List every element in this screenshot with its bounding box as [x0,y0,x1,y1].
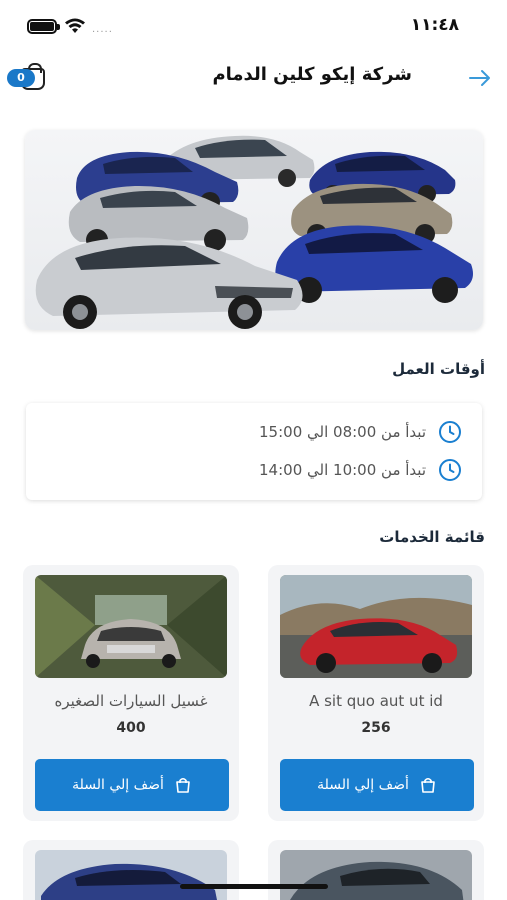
wifi-icon [65,18,85,33]
clock-icon [439,459,461,481]
service-image [35,850,227,900]
car-silver-front [35,237,303,329]
hours-row: تبدأ من 10:00 الي 14:00 [259,457,462,483]
hours-text: تبدأ من 10:00 الي 14:00 [259,461,426,479]
add-to-cart-label: أضف إلي السلة [317,777,409,793]
service-image [35,575,227,678]
service-image [280,850,472,900]
service-name: A sit quo aut ut id [309,692,443,710]
add-to-cart-button[interactable]: أضف إلي السلة [35,759,229,811]
cart-button[interactable]: 0 [7,63,47,92]
add-to-cart-label: أضف إلي السلة [72,777,164,793]
company-banner-image [25,130,483,330]
hours-text: تبدأ من 08:00 الي 15:00 [259,423,426,441]
working-hours-title: أوقات العمل [392,360,485,378]
shopping-bag-icon [176,777,190,793]
cart-count-badge: 0 [7,69,35,87]
clock-icon [439,421,461,443]
shopping-bag-icon [421,777,435,793]
service-card[interactable]: غسيل السيارات الصغيره 400 أضف إلي السلة [23,565,239,821]
service-name: غسيل السيارات الصغيره [54,692,208,710]
signal-indicator: ..... [92,24,113,35]
hours-row: تبدأ من 08:00 الي 15:00 [259,419,462,445]
home-indicator [180,884,328,889]
cars-illustration [35,135,473,329]
app-header: 0 شركة إيكو كلين الدمام [0,58,507,98]
status-bar: ..... ١١:٤٨ [0,0,507,52]
service-card-partial[interactable] [23,840,239,900]
status-time: ١١:٤٨ [410,15,459,35]
service-card[interactable]: A sit quo aut ut id 256 أضف إلي السلة [268,565,484,821]
working-hours-card: تبدأ من 08:00 الي 15:00 تبدأ من 10:00 ال… [26,403,482,500]
battery-icon [27,19,60,34]
service-image [280,575,472,678]
page-title: شركة إيكو كلين الدمام [212,64,412,85]
service-price: 400 [116,720,146,736]
services-title: قائمة الخدمات [379,528,485,546]
back-arrow-icon[interactable] [467,66,493,90]
add-to-cart-button[interactable]: أضف إلي السلة [280,759,474,811]
service-price: 256 [361,720,391,736]
service-card-partial[interactable] [268,840,484,900]
car-blue-front-right [275,225,473,303]
